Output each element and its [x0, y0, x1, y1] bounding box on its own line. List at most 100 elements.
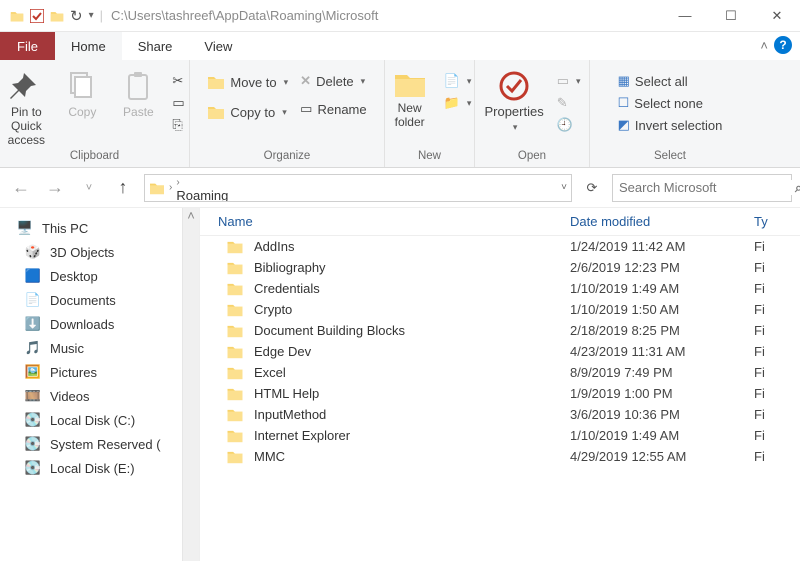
navigation-pane[interactable]: 🖥️ This PC 🎲3D Objects🟦Desktop 📄 Documents…: [0, 208, 200, 561]
tree-item[interactable]: 🟦Desktop: [0, 264, 199, 288]
checkbox-icon[interactable]: [30, 9, 44, 23]
tab-home[interactable]: Home: [55, 32, 122, 60]
file-row[interactable]: Crypto 1/10/2019 1:50 AM Fi: [200, 299, 800, 320]
tree-item-label: Documents: [50, 293, 116, 308]
copy-path-button[interactable]: ▭: [169, 93, 187, 113]
file-date: 2/18/2019 8:25 PM: [570, 323, 750, 338]
tree-item[interactable]: 💽System Reserved (: [0, 432, 199, 456]
tree-item-label: Videos: [50, 389, 90, 404]
file-row[interactable]: AddIns 1/24/2019 11:42 AM Fi: [200, 236, 800, 257]
edit-button[interactable]: ✎: [554, 93, 584, 113]
cut-button[interactable]: ✂: [169, 71, 187, 91]
up-button[interactable]: ↑: [110, 177, 136, 198]
select-all-button[interactable]: ▦ Select all: [615, 71, 726, 91]
rename-button[interactable]: ▭ Rename: [297, 99, 369, 119]
column-name[interactable]: Name: [200, 214, 570, 229]
qat-dropdown-icon[interactable]: ▾: [89, 10, 94, 21]
group-label-open: Open: [518, 147, 546, 167]
invert-selection-button[interactable]: ◩ Invert selection: [615, 115, 726, 135]
undo-icon[interactable]: ↻: [70, 7, 83, 25]
file-row[interactable]: Internet Explorer 1/10/2019 1:49 AM Fi: [200, 425, 800, 446]
file-date: 2/6/2019 12:23 PM: [570, 260, 750, 275]
ribbon-group-clipboard: Pin to Quick access Copy Paste ✂ ▭ ⎘ Cli…: [0, 60, 190, 167]
folder-icon: [226, 281, 244, 296]
history-button[interactable]: 🕘: [554, 115, 584, 135]
group-label-clipboard: Clipboard: [70, 147, 119, 167]
column-type[interactable]: Ty: [750, 214, 800, 229]
tree-this-pc[interactable]: 🖥️ This PC: [0, 216, 199, 240]
select-none-button[interactable]: ☐ Select none: [615, 93, 726, 113]
address-bar[interactable]: › tashreef › AppData › Roaming › Microso…: [144, 174, 572, 202]
tab-view[interactable]: View: [188, 32, 248, 60]
refresh-button[interactable]: ⟳: [580, 180, 604, 196]
file-row[interactable]: HTML Help 1/9/2019 1:00 PM Fi: [200, 383, 800, 404]
tab-file[interactable]: File: [0, 32, 55, 60]
address-dropdown-icon[interactable]: ˅: [561, 182, 567, 193]
folder-icon[interactable]: [10, 9, 24, 23]
history-icon: 🕘: [557, 117, 573, 133]
tree-item-icon: 📄: [24, 291, 42, 309]
tree-item[interactable]: 🎞️Videos: [0, 384, 199, 408]
file-name: MMC: [254, 449, 285, 464]
collapse-ribbon-icon[interactable]: ˄: [760, 38, 768, 53]
title-bar: ↻ ▾ | C:\Users\tashreef\AppData\Roaming\…: [0, 0, 800, 32]
scroll-up-icon[interactable]: ˄: [183, 208, 199, 223]
group-label-new: New: [418, 147, 441, 167]
paste-shortcut-button[interactable]: ⎘: [169, 115, 187, 135]
file-row[interactable]: Bibliography 2/6/2019 12:23 PM Fi: [200, 257, 800, 278]
forward-button[interactable]: →: [42, 177, 68, 198]
properties-icon: [497, 69, 531, 103]
file-name: Edge Dev: [254, 344, 311, 359]
file-row[interactable]: Edge Dev 4/23/2019 11:31 AM Fi: [200, 341, 800, 362]
chevron-right-icon[interactable]: ›: [176, 177, 179, 188]
file-date: 8/9/2019 7:49 PM: [570, 365, 750, 380]
column-headers[interactable]: Name Date modified Ty: [200, 208, 800, 236]
maximize-button[interactable]: ☐: [708, 0, 754, 32]
pin-to-quick-access-button[interactable]: Pin to Quick access: [1, 65, 51, 147]
back-button[interactable]: ←: [8, 177, 34, 198]
sidebar-scrollbar[interactable]: ˄: [182, 208, 199, 561]
breadcrumb-item[interactable]: Roaming: [176, 188, 229, 202]
recent-locations-button[interactable]: ˅: [76, 182, 102, 194]
file-row[interactable]: Document Building Blocks 2/18/2019 8:25 …: [200, 320, 800, 341]
file-name: Crypto: [254, 302, 292, 317]
move-to-button[interactable]: Move to▾: [204, 71, 291, 93]
new-folder-button[interactable]: New folder: [385, 65, 435, 129]
minimize-button[interactable]: —: [662, 0, 708, 32]
tree-item[interactable]: 💽Local Disk (C:): [0, 408, 199, 432]
search-input[interactable]: [619, 180, 795, 195]
properties-button[interactable]: Properties ▾: [480, 65, 547, 134]
search-icon[interactable]: ⌕: [795, 180, 800, 196]
file-date: 4/23/2019 11:31 AM: [570, 344, 750, 359]
new-item-button[interactable]: 📄▾: [441, 71, 475, 91]
close-button[interactable]: ✕: [754, 0, 800, 32]
tree-item[interactable]: 🎲3D Objects: [0, 240, 199, 264]
help-button[interactable]: ?: [774, 36, 792, 54]
file-name: Internet Explorer: [254, 428, 350, 443]
tree-item[interactable]: 🖼️Pictures: [0, 360, 199, 384]
tree-item[interactable]: ⬇️Downloads: [0, 312, 199, 336]
copy-button[interactable]: Copy: [57, 65, 107, 119]
tree-item-label: Music: [50, 341, 84, 356]
tree-item[interactable]: 🎵Music: [0, 336, 199, 360]
copy-to-button[interactable]: Copy to▾: [204, 101, 291, 123]
file-type: Fi: [750, 428, 800, 443]
open-button[interactable]: ▭▾: [554, 71, 584, 91]
file-row[interactable]: MMC 4/29/2019 12:55 AM Fi: [200, 446, 800, 467]
file-date: 4/29/2019 12:55 AM: [570, 449, 750, 464]
tab-share[interactable]: Share: [122, 32, 189, 60]
file-list[interactable]: Name Date modified Ty AddIns 1/24/2019 1…: [200, 208, 800, 561]
folder-icon: [226, 365, 244, 380]
tree-item[interactable]: 📄 Documents: [0, 288, 199, 312]
file-row[interactable]: InputMethod 3/6/2019 10:36 PM Fi: [200, 404, 800, 425]
folder-icon[interactable]: [50, 9, 64, 23]
file-row[interactable]: Excel 8/9/2019 7:49 PM Fi: [200, 362, 800, 383]
delete-button[interactable]: ✕ Delete▾: [297, 71, 369, 91]
file-row[interactable]: Credentials 1/10/2019 1:49 AM Fi: [200, 278, 800, 299]
column-date[interactable]: Date modified: [570, 214, 750, 229]
search-box[interactable]: ⌕: [612, 174, 792, 202]
easy-access-button[interactable]: 📁▾: [441, 93, 475, 113]
paste-button[interactable]: Paste: [113, 65, 163, 119]
new-item-icon: 📄: [444, 73, 460, 89]
tree-item[interactable]: 💽Local Disk (E:): [0, 456, 199, 480]
